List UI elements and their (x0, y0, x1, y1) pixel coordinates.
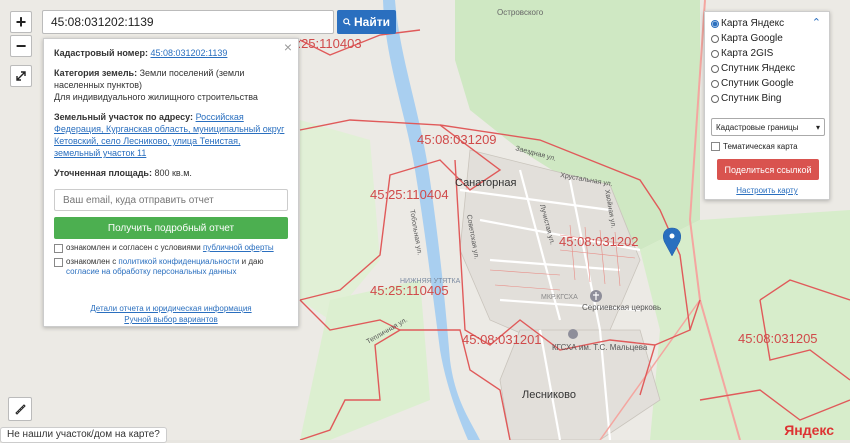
poi-label: КГСХА им. Т.С. Мальцева (552, 343, 648, 352)
cadastral-number-link[interactable]: 45:08:031202:1139 (150, 48, 227, 58)
address-row: Земельный участок по адресу: Российская … (54, 111, 288, 159)
layer-option-label: Карта Google (721, 33, 783, 44)
expand-icon (16, 71, 26, 81)
thematic-map-label: Тематическая карта (723, 141, 798, 151)
layer-option-4[interactable]: Спутник Google (711, 76, 823, 91)
place-label: Лесниково (522, 389, 576, 401)
search-icon (343, 18, 351, 26)
chevron-up-icon[interactable]: ⌃ (812, 16, 821, 29)
permitted-use: Для индивидуального жилищного строительс… (54, 92, 258, 102)
not-found-tip[interactable]: Не нашли участок/дом на карте? (0, 427, 167, 443)
consent-privacy-checkbox[interactable] (54, 258, 63, 267)
location-pin-dot (669, 233, 675, 239)
parcel-info-panel: × Кадастровый номер: 45:08:031202:1139 К… (43, 38, 299, 327)
share-link-button[interactable]: Поделиться ссылкой (717, 159, 819, 180)
layer-option-3[interactable]: Спутник Яндекс (711, 61, 823, 76)
consent-privacy-row: ознакомлен с политикой конфиденциальност… (54, 257, 288, 277)
layer-option-5[interactable]: Спутник Bing (711, 91, 823, 106)
layer-option-2[interactable]: Карта 2GIS (711, 46, 823, 61)
ruler-button[interactable] (8, 397, 32, 421)
fullscreen-button[interactable] (10, 65, 32, 87)
thematic-map-row[interactable]: Тематическая карта (711, 141, 823, 151)
quarter-label: 45:08:031209 (417, 132, 497, 147)
consent-offer-text: ознакомлен и согласен с условиями публич… (66, 243, 274, 253)
layer-radio[interactable] (711, 49, 719, 58)
place-label: МКР.КГСХА (541, 294, 578, 301)
public-offer-link[interactable]: публичной оферты (203, 243, 274, 252)
thematic-map-checkbox[interactable] (711, 142, 720, 151)
ruler-icon (15, 404, 26, 415)
layer-option-label: Спутник Bing (721, 93, 782, 104)
area-label: Уточненная площадь: (54, 168, 152, 178)
layer-option-0[interactable]: Карта Яндекс (711, 16, 823, 31)
consent-privacy-label: ознакомлен с (66, 257, 119, 266)
area-row: Уточненная площадь: 800 кв.м. (54, 167, 288, 179)
get-report-button[interactable]: Получить подробный отчет (54, 217, 288, 239)
cadastral-layer-select[interactable]: Кадастровые границы ▾ (711, 118, 825, 136)
quarter-label: 45:25:110405 (370, 283, 449, 298)
setup-map-link[interactable]: Настроить карту (711, 186, 823, 195)
search-button-label: Найти (354, 15, 390, 29)
consent-privacy-text: ознакомлен с политикой конфиденциальност… (66, 257, 288, 277)
data-processing-link[interactable]: согласие на обработку персональных данны… (66, 267, 236, 276)
cadastral-layer-value: Кадастровые границы (716, 122, 799, 132)
layer-radio[interactable] (711, 19, 719, 28)
place-label: Санаторная (455, 177, 516, 189)
layer-option-1[interactable]: Карта Google (711, 31, 823, 46)
zoom-in-button[interactable]: + (10, 11, 32, 33)
yandex-logo: Яндекс (784, 422, 834, 438)
area-value: 800 кв.м. (154, 168, 192, 178)
cadastral-number-row: Кадастровый номер: 45:08:031202:1139 (54, 47, 288, 59)
search-input[interactable] (42, 10, 334, 34)
layer-radio[interactable] (711, 94, 719, 103)
chevron-down-icon: ▾ (815, 122, 820, 132)
consent-offer-row: ознакомлен и согласен с условиями публич… (54, 243, 288, 253)
search-button[interactable]: Найти (337, 10, 396, 34)
quarter-label: 45:08:031201 (462, 332, 542, 347)
layer-radio[interactable] (711, 64, 719, 73)
close-icon[interactable]: × (284, 40, 292, 54)
place-label: Островского (497, 8, 544, 17)
land-category-label: Категория земель: (54, 68, 138, 78)
layer-option-label: Карта 2GIS (721, 48, 774, 59)
layer-radio[interactable] (711, 34, 719, 43)
school-icon (568, 329, 578, 339)
email-field[interactable] (54, 189, 288, 211)
layer-option-label: Спутник Яндекс (721, 63, 796, 74)
consent-privacy-mid: и даю (239, 257, 264, 266)
quarter-label: 45:08:031202 (559, 234, 639, 249)
poi-label: Сергиевская церковь (582, 303, 661, 312)
privacy-policy-link[interactable]: политикой конфиденциальности (118, 257, 239, 266)
layer-option-label: Карта Яндекс (721, 18, 785, 29)
consent-offer-label: ознакомлен и согласен с условиями (66, 243, 203, 252)
place-label: НИЖНЯЯ УТЯТКА (400, 278, 461, 285)
quarter-label: 45:08:031205 (738, 331, 818, 346)
layer-option-label: Спутник Google (721, 78, 794, 89)
address-label: Земельный участок по адресу: (54, 112, 194, 122)
manual-choice-link[interactable]: Ручной выбор вариантов (124, 315, 217, 324)
details-link[interactable]: Детали отчета и юридическая информация (90, 304, 251, 313)
consent-offer-checkbox[interactable] (54, 244, 63, 253)
zoom-out-button[interactable]: − (10, 35, 32, 57)
map-layers-panel: ⌃ Карта Яндекс Карта Google Карта 2GIS Спут… (704, 11, 830, 200)
land-category-row: Категория земель: Земли поселений (земли… (54, 67, 288, 103)
layer-radio[interactable] (711, 79, 719, 88)
quarter-label: 45:25:110404 (370, 187, 449, 202)
panel-footer-links: Детали отчета и юридическая информация Р… (54, 303, 288, 325)
cadastral-number-label: Кадастровый номер: (54, 48, 148, 58)
